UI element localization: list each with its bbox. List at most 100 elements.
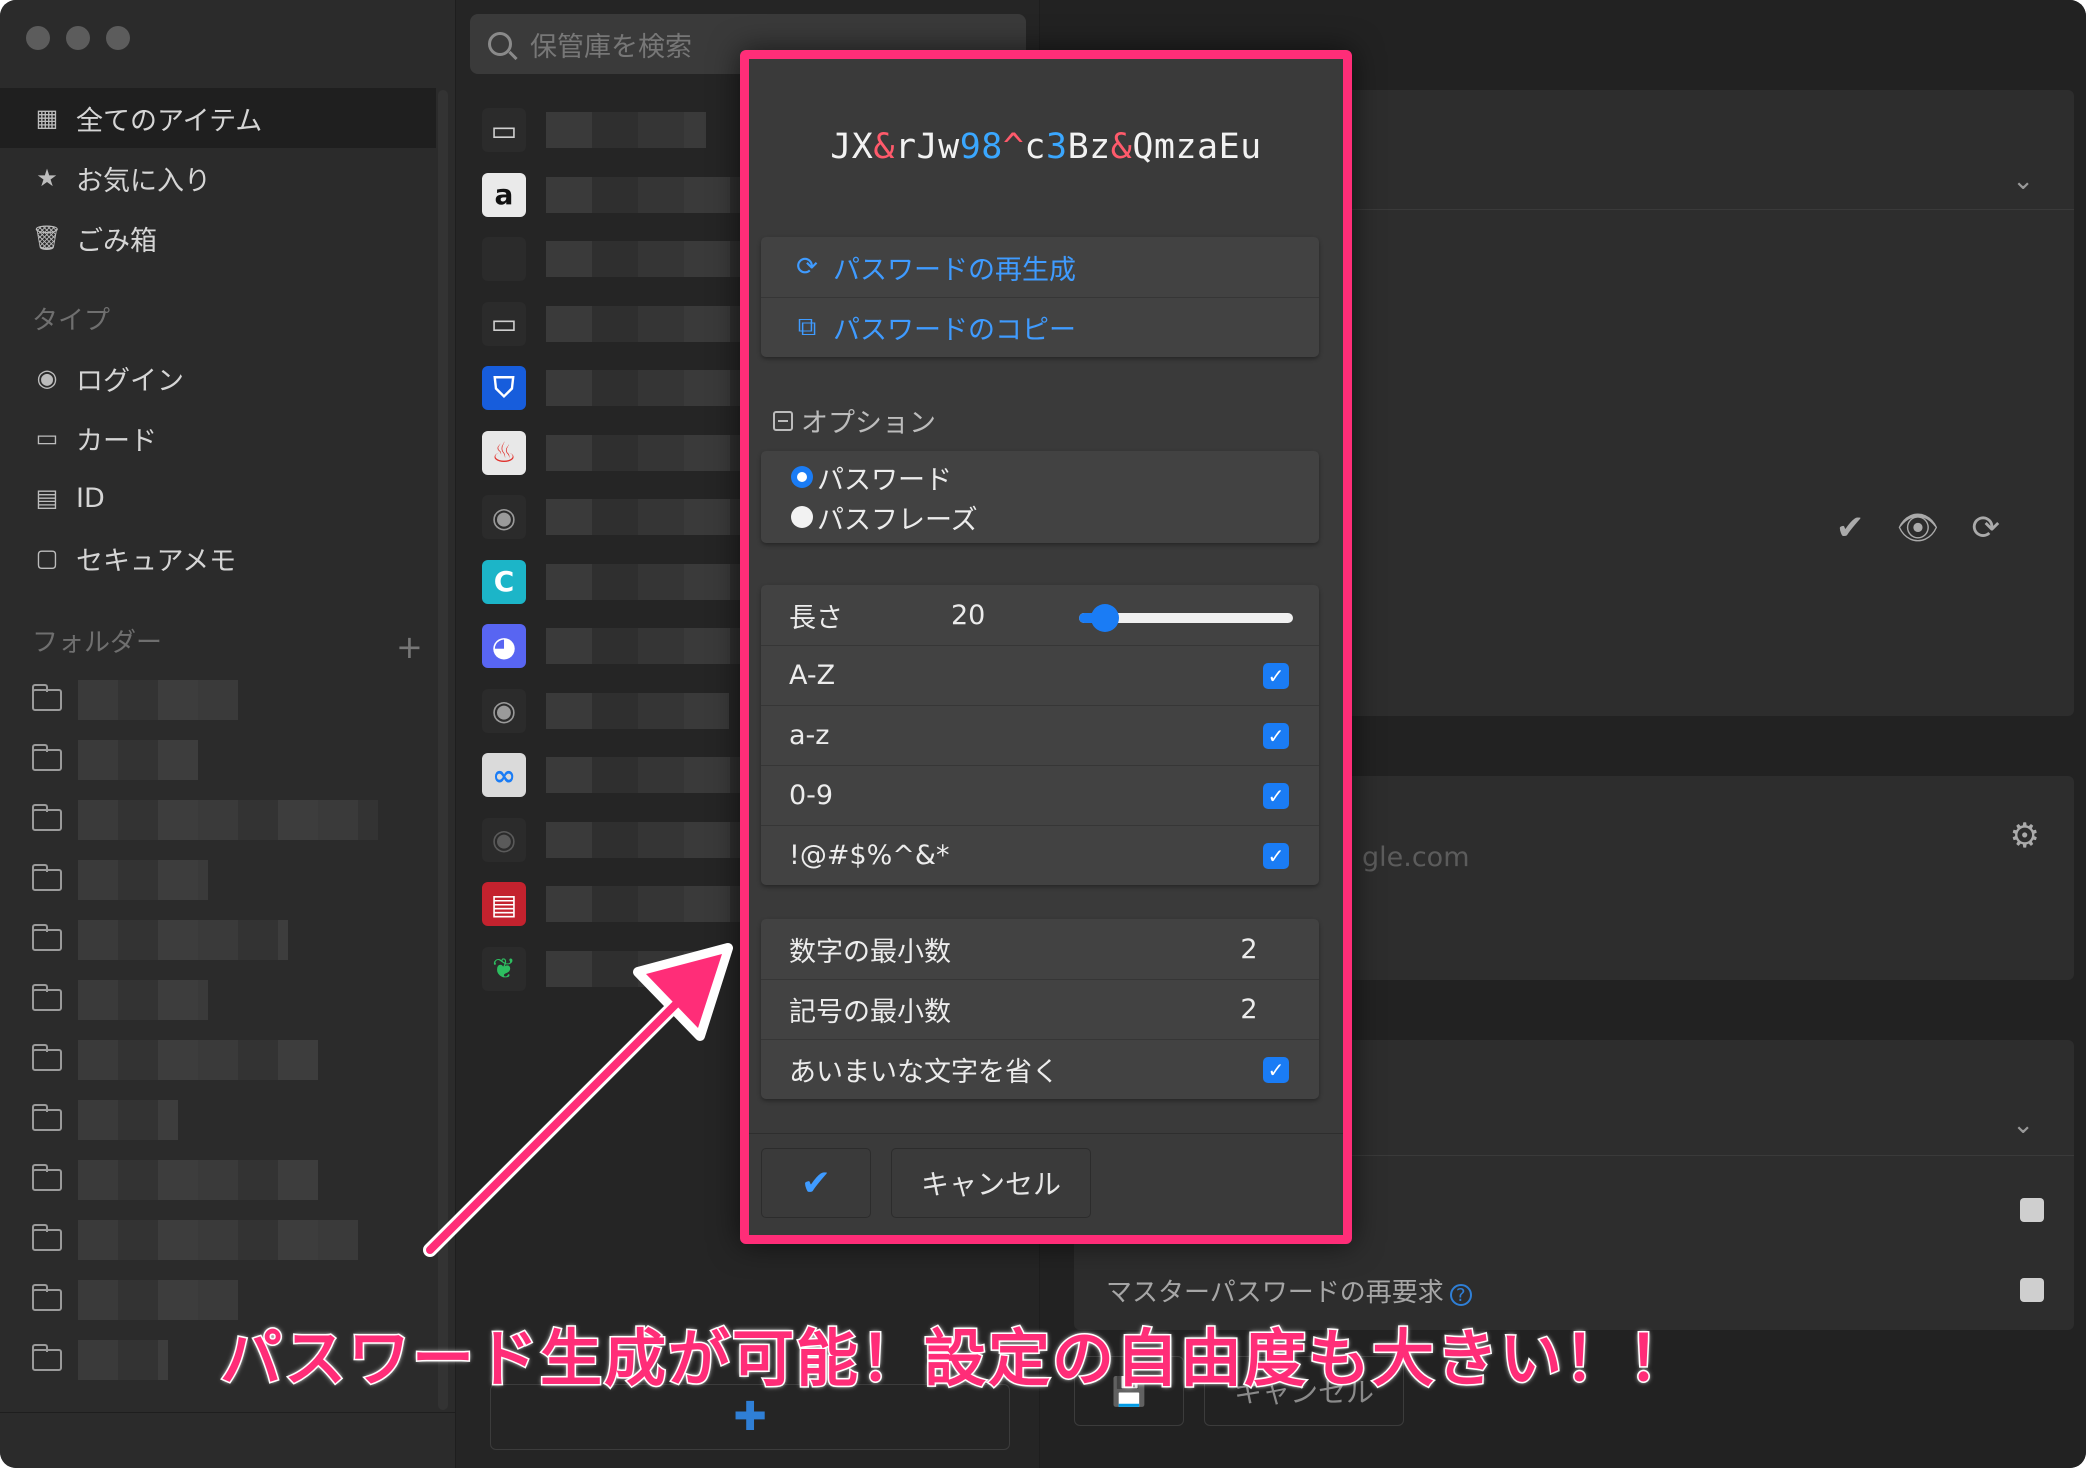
evernote-icon: ❦ — [482, 946, 526, 991]
folder-item[interactable] — [32, 918, 412, 962]
cancel-button[interactable]: キャンセル — [891, 1148, 1091, 1218]
folder-icon — [32, 1224, 62, 1251]
chevron-down-icon: ⌄ — [2012, 166, 2034, 196]
infinity-icon: ∞ — [482, 753, 526, 797]
close-window-button[interactable] — [26, 26, 50, 50]
sidebar-footer — [0, 1412, 456, 1468]
redacted-folder-name — [78, 860, 208, 900]
folder-icon — [32, 684, 62, 711]
length-slider-handle[interactable] — [1091, 604, 1120, 632]
favorite-checkbox[interactable] — [2020, 1198, 2044, 1222]
master-reprompt-row: マスターパスワードの再要求? — [1106, 1272, 1472, 1309]
generator-actions-card: ⟳ パスワードの再生成 ⧉ パスワードのコピー — [761, 237, 1319, 357]
avoid-ambiguous-checkbox[interactable]: ✓ — [1263, 1056, 1289, 1083]
sidebar-item-all-items[interactable]: ▦ 全てのアイテム — [0, 88, 436, 148]
redacted-item-name[interactable] — [546, 692, 729, 729]
numbers-checkbox[interactable]: ✓ — [1263, 782, 1289, 809]
folder-icon — [32, 804, 62, 831]
folder-icon — [32, 924, 62, 951]
special-row: !@#$%^&* ✓ — [761, 825, 1319, 885]
options-toggle[interactable]: オプション — [773, 401, 936, 440]
min-special-input[interactable]: 2 — [1229, 994, 1269, 1025]
options-heading: オプション — [801, 408, 936, 439]
uppercase-checkbox[interactable]: ✓ — [1263, 662, 1289, 689]
search-placeholder: 保管庫を検索 — [530, 31, 692, 63]
redacted-folder-name — [78, 1160, 318, 1200]
gear-icon[interactable]: ⚙ — [2010, 816, 2040, 856]
generated-password: JX&rJw98^c3Bz&QmzaEu — [749, 127, 1343, 167]
folder-item[interactable] — [32, 798, 412, 842]
sidebar-item-trash[interactable]: 🗑 ごみ箱 — [0, 208, 436, 268]
minimize-window-button[interactable] — [66, 26, 90, 50]
folder-icon — [32, 744, 62, 771]
add-folder-button[interactable]: + — [396, 628, 423, 666]
password-actions: ✔ 👁 ⟳ — [1836, 508, 2000, 548]
amazon-icon: a — [482, 172, 526, 217]
check-password-icon[interactable]: ✔ — [1836, 508, 1865, 548]
fire-icon: ♨ — [482, 430, 526, 475]
copy-label: パスワードのコピー — [833, 315, 1076, 346]
folder-item[interactable] — [32, 678, 412, 722]
trash-icon: 🗑 — [31, 224, 63, 252]
type-radio-card: パスワード パスフレーズ — [761, 451, 1319, 543]
radio-button-selected[interactable] — [791, 466, 813, 488]
numbers-row: 0-9 ✓ — [761, 765, 1319, 825]
folder-icon — [32, 1344, 62, 1371]
min-numbers-input[interactable]: 2 — [1229, 934, 1269, 965]
globe-icon: ◉ — [482, 817, 526, 862]
search-icon — [488, 32, 512, 56]
min-numbers-row: 数字の最小数 2 — [761, 919, 1319, 979]
regenerate-password-button[interactable]: ⟳ パスワードの再生成 — [761, 237, 1319, 297]
redacted-item-name[interactable] — [546, 176, 753, 213]
c-app-icon: C — [482, 559, 526, 604]
redacted-folder-name — [78, 1340, 168, 1380]
redacted-item-name[interactable] — [546, 950, 717, 987]
length-row: 長さ 20 — [761, 585, 1319, 645]
lowercase-checkbox[interactable]: ✓ — [1263, 722, 1289, 749]
redacted-folder-name — [78, 980, 208, 1020]
folder-item[interactable] — [32, 858, 412, 902]
id-card-icon: ▤ — [35, 484, 59, 512]
radio-passphrase[interactable]: パスフレーズ — [761, 497, 1319, 537]
help-icon[interactable]: ? — [1449, 1284, 1472, 1306]
sidebar-scrollbar[interactable] — [438, 90, 448, 1410]
folder-icon — [32, 1044, 62, 1071]
radio-button[interactable] — [791, 506, 813, 528]
folder-item[interactable] — [32, 1038, 412, 1082]
sidebar-item-login[interactable]: ◉ ログイン — [0, 348, 436, 408]
sidebar-item-card[interactable]: ▭ カード — [0, 408, 436, 468]
radio-password[interactable]: パスワード — [761, 457, 1319, 497]
password-segment: JX — [830, 127, 874, 167]
avoid-ambiguous-row: あいまいな文字を省く ✓ — [761, 1039, 1319, 1099]
folder-icon — [32, 1164, 62, 1191]
folder-item[interactable] — [32, 978, 412, 1022]
confirm-button[interactable]: ✔ — [761, 1148, 871, 1218]
note-icon: ▢ — [35, 544, 59, 572]
folder-item[interactable] — [32, 1218, 412, 1262]
folder-item[interactable] — [32, 1158, 412, 1202]
redacted-folder-name — [78, 680, 238, 720]
card-icon: ▭ — [482, 108, 526, 152]
special-checkbox[interactable]: ✓ — [1263, 842, 1289, 869]
folder-item[interactable] — [32, 738, 412, 782]
password-segment: 3 — [1046, 127, 1068, 167]
length-slider[interactable] — [1079, 604, 1293, 632]
sidebar: ▦ 全てのアイテム ★ お気に入り 🗑 ごみ箱 タイプ ◉ ログイン ▭ カード… — [0, 0, 456, 1468]
copy-password-button[interactable]: ⧉ パスワードのコピー — [761, 297, 1319, 357]
master-reprompt-checkbox[interactable] — [2020, 1278, 2044, 1302]
redacted-item-name[interactable] — [546, 112, 706, 148]
refresh-icon[interactable]: ⟳ — [1972, 508, 2001, 548]
sidebar-item-secure-note[interactable]: ▢ セキュアメモ — [0, 528, 436, 588]
sidebar-item-label: カード — [76, 425, 157, 457]
sidebar-item-identity[interactable]: ▤ ID — [0, 468, 436, 528]
length-value: 20 — [951, 599, 986, 631]
password-segment: rJw — [894, 127, 960, 167]
redacted-item-name[interactable] — [546, 434, 741, 471]
zoom-window-button[interactable] — [106, 26, 130, 50]
password-segment: QmzaEu — [1132, 127, 1262, 167]
sidebar-item-label: お気に入り — [76, 165, 211, 197]
eye-icon[interactable]: 👁 — [1896, 508, 1939, 548]
sidebar-item-label: ごみ箱 — [76, 225, 157, 257]
folder-item[interactable] — [32, 1098, 412, 1142]
sidebar-item-favorites[interactable]: ★ お気に入り — [0, 148, 436, 208]
